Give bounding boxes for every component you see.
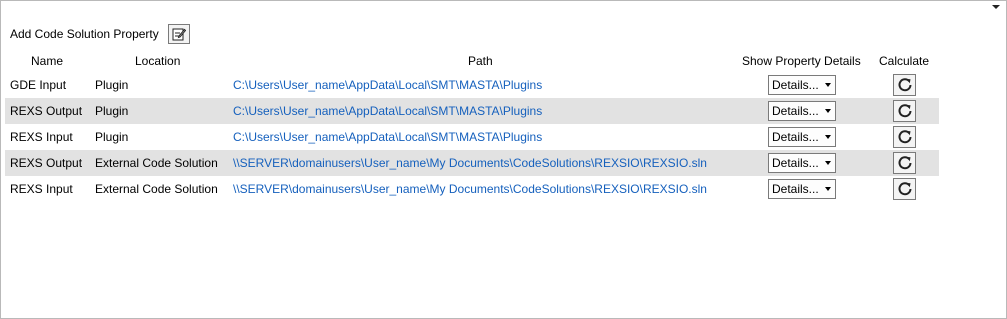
refresh-icon — [898, 156, 911, 170]
column-header-calculate: Calculate — [879, 54, 930, 68]
table-row: REXS Input External Code Solution \\SERV… — [5, 176, 939, 202]
details-dropdown-value: Details... — [772, 104, 819, 118]
chevron-down-icon — [825, 135, 831, 139]
refresh-icon — [898, 104, 911, 118]
row-name: REXS Input — [10, 182, 73, 196]
details-dropdown-value: Details... — [772, 78, 819, 92]
chevron-down-icon — [825, 161, 831, 165]
details-dropdown-value: Details... — [772, 130, 819, 144]
row-path-link[interactable]: C:\Users\User_name\AppData\Local\SMT\MAS… — [233, 124, 542, 150]
details-dropdown-value: Details... — [772, 156, 819, 170]
refresh-icon — [898, 130, 911, 144]
row-name: REXS Input — [10, 130, 73, 144]
details-dropdown[interactable]: Details... — [768, 127, 836, 147]
table-row: REXS Input Plugin C:\Users\User_name\App… — [5, 124, 939, 150]
table-row: REXS Output Plugin C:\Users\User_name\Ap… — [5, 98, 939, 124]
details-dropdown[interactable]: Details... — [768, 75, 836, 95]
row-path-link[interactable]: C:\Users\User_name\AppData\Local\SMT\MAS… — [233, 98, 542, 124]
details-dropdown[interactable]: Details... — [768, 153, 836, 173]
calculate-button[interactable] — [893, 152, 916, 174]
row-location: External Code Solution — [95, 156, 218, 170]
chevron-down-icon — [825, 109, 831, 113]
row-path-link[interactable]: \\SERVER\domainusers\User_name\My Docume… — [233, 176, 707, 202]
refresh-icon — [898, 78, 911, 92]
chevron-down-icon — [825, 83, 831, 87]
row-name: REXS Output — [10, 156, 83, 170]
column-header-name: Name — [31, 54, 64, 68]
column-header-show-property-details: Show Property Details — [742, 54, 861, 68]
row-name: GDE Input — [10, 78, 67, 92]
table-row: GDE Input Plugin C:\Users\User_name\AppD… — [5, 72, 939, 98]
add-property-toolbar: Add Code Solution Property — [10, 23, 190, 45]
calculate-button[interactable] — [893, 100, 916, 122]
collapse-arrow-icon[interactable] — [992, 5, 1000, 9]
chevron-down-icon — [825, 187, 831, 191]
code-solution-properties-panel: Add Code Solution Property Name Location… — [0, 0, 1007, 319]
calculate-button[interactable] — [893, 74, 916, 96]
row-location: Plugin — [95, 104, 129, 118]
details-dropdown[interactable]: Details... — [768, 101, 836, 121]
row-path-link[interactable]: C:\Users\User_name\AppData\Local\SMT\MAS… — [233, 72, 542, 98]
column-header-location: Location — [135, 54, 181, 68]
refresh-icon — [898, 182, 911, 196]
row-path-link[interactable]: \\SERVER\domainusers\User_name\My Docume… — [233, 150, 707, 176]
calculate-button[interactable] — [893, 178, 916, 200]
details-dropdown-value: Details... — [772, 182, 819, 196]
details-dropdown[interactable]: Details... — [768, 179, 836, 199]
row-location: Plugin — [95, 78, 129, 92]
row-name: REXS Output — [10, 104, 83, 118]
row-location: External Code Solution — [95, 182, 218, 196]
add-property-button[interactable] — [167, 24, 190, 44]
edit-icon — [172, 28, 186, 41]
row-location: Plugin — [95, 130, 129, 144]
add-property-label: Add Code Solution Property — [10, 27, 159, 41]
calculate-button[interactable] — [893, 126, 916, 148]
column-header-path: Path — [468, 54, 493, 68]
table-row: REXS Output External Code Solution \\SER… — [5, 150, 939, 176]
